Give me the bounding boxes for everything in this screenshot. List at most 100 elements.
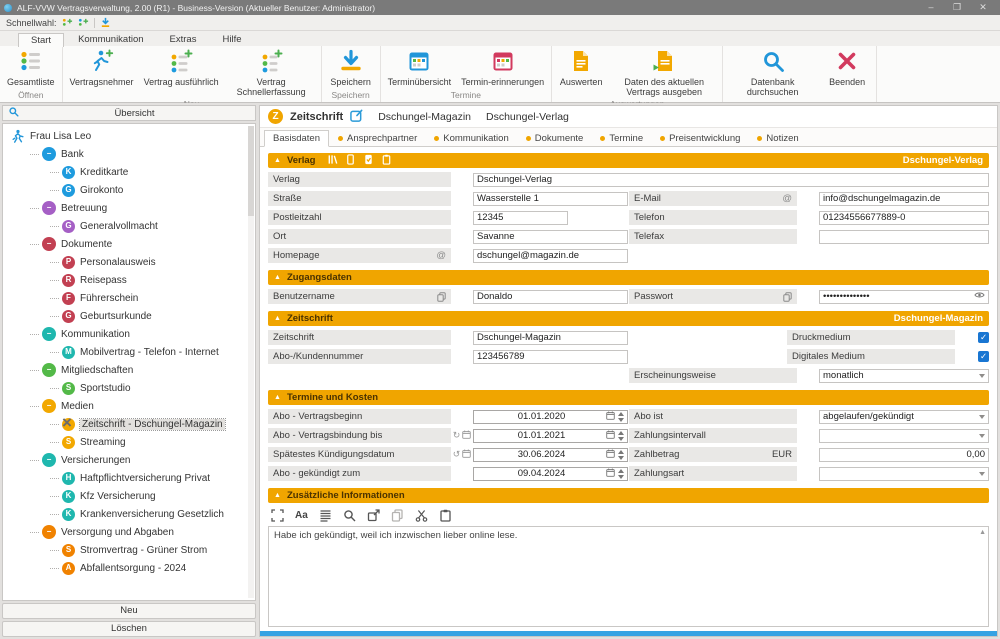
new-button[interactable]: Neu [2, 603, 256, 619]
speichern-button[interactable]: Speichern [324, 48, 378, 88]
tree-item[interactable]: −Versicherungen [5, 451, 253, 469]
maximize-button[interactable]: ❐ [944, 2, 970, 13]
tab-basisdaten[interactable]: Basisdaten [264, 130, 329, 147]
email-input[interactable]: info@dschungelmagazin.de [819, 192, 989, 206]
calendar-icon[interactable] [462, 430, 471, 442]
collapse-minus-icon[interactable]: − [42, 147, 56, 161]
tree-item[interactable]: SStromvertrag - Grüner Strom [5, 541, 253, 559]
notes-textarea[interactable]: Habe ich gekündigt, weil ich inzwischen … [268, 526, 989, 627]
vertrag-schnellerfassung-button[interactable]: Vertrag Schnellerfassung [224, 48, 319, 99]
date-spinner[interactable] [618, 469, 624, 479]
section-header-verlag[interactable]: ▲ Verlag Dschungel-Verlag [268, 153, 989, 168]
passwort-input[interactable]: •••••••••••••• [819, 290, 989, 304]
date-spinner[interactable] [618, 431, 624, 441]
tree-item[interactable]: GGirokonto [5, 181, 253, 199]
vertrag-ausfuehrlich-button[interactable]: Vertrag ausführlich [139, 48, 224, 88]
undo-icon[interactable]: ↺ [453, 450, 461, 459]
tree-item[interactable]: −Mitgliedschaften [5, 361, 253, 379]
tree-item[interactable]: FFührerschein [5, 289, 253, 307]
section-header-termine[interactable]: ▲ Termine und Kosten [268, 390, 989, 405]
terminuebersicht-button[interactable]: Terminübersicht [383, 48, 457, 88]
tree-item[interactable]: RReisepass [5, 271, 253, 289]
kuendigungsdatum-date-input[interactable]: 30.06.2024 [473, 448, 628, 462]
collapse-minus-icon[interactable]: − [42, 399, 56, 413]
open-external-icon[interactable] [367, 509, 380, 522]
gesamtliste-button[interactable]: Gesamtliste [2, 48, 60, 88]
eye-icon[interactable] [974, 291, 985, 302]
menu-tab-hilfe[interactable]: Hilfe [210, 33, 253, 46]
tree-item[interactable]: KKreditkarte [5, 163, 253, 181]
quick-save-icon[interactable] [100, 17, 111, 28]
close-button[interactable]: ✕ [970, 2, 996, 13]
publisher-name[interactable]: Dschungel-Verlag [486, 111, 569, 123]
digitales-medium-checkbox[interactable]: ✓ [978, 351, 989, 362]
collapse-minus-icon[interactable]: − [42, 525, 56, 539]
fullscreen-icon[interactable] [271, 509, 284, 522]
date-spinner[interactable] [618, 412, 624, 422]
tree-item[interactable]: SSportstudio [5, 379, 253, 397]
tree-item[interactable]: GGeburtsurkunde [5, 307, 253, 325]
books-icon[interactable] [327, 154, 338, 168]
tree-scrollbar[interactable] [248, 126, 254, 598]
section-header-zeitschrift[interactable]: ▲ Zeitschrift Dschungel-Magazin [268, 311, 989, 326]
zahlbetrag-input[interactable]: 0,00 [819, 448, 989, 462]
calendar-icon[interactable] [462, 449, 471, 461]
erscheinungsweise-dropdown[interactable]: monatlich [819, 369, 989, 383]
collapse-minus-icon[interactable]: − [42, 453, 56, 467]
minimize-button[interactable]: – [918, 2, 944, 13]
telefax-input[interactable] [819, 230, 989, 244]
tree-item[interactable]: Frau Lisa Leo [5, 127, 253, 145]
collapse-minus-icon[interactable]: − [42, 237, 56, 251]
collapse-minus-icon[interactable]: − [42, 327, 56, 341]
beenden-button[interactable]: Beenden [820, 48, 874, 88]
tab-notizen[interactable]: Notizen [749, 131, 806, 146]
renew-icon[interactable]: ↻ [453, 431, 461, 440]
abo-ist-dropdown[interactable]: abgelaufen/gekündigt [819, 410, 989, 424]
tab-preisentwicklung[interactable]: Preisentwicklung [652, 131, 748, 146]
cut-icon[interactable] [415, 509, 428, 522]
copy-text-icon[interactable] [391, 509, 404, 522]
daten-ausgeben-button[interactable]: Daten des aktuellen Vertrags ausgeben [608, 48, 720, 99]
terminerinnerungen-button[interactable]: Termin-erinnerungen [456, 48, 549, 88]
copy-icon[interactable] [437, 292, 446, 302]
tab-dokumente[interactable]: Dokumente [518, 131, 592, 146]
menu-tab-kommunikation[interactable]: Kommunikation [66, 33, 155, 46]
tree-item[interactable]: HHaftpflichtversicherung Privat [5, 469, 253, 487]
section-header-zusatzinfo[interactable]: ▲ Zusätzliche Informationen [268, 488, 989, 503]
calendar-icon[interactable] [606, 411, 615, 423]
search-text-icon[interactable] [343, 509, 356, 522]
strasse-input[interactable]: Wasserstelle 1 [473, 192, 628, 206]
tree-item[interactable]: −Dokumente [5, 235, 253, 253]
benutzername-input[interactable]: Donaldo [473, 290, 628, 304]
edit-icon[interactable] [350, 109, 363, 125]
menu-tab-extras[interactable]: Extras [158, 33, 209, 46]
menu-tab-start[interactable]: Start [18, 33, 64, 47]
telefon-input[interactable]: 01234556677889-0 [819, 211, 989, 225]
zahlungsart-dropdown[interactable] [819, 467, 989, 481]
calendar-icon[interactable] [606, 449, 615, 461]
tree-item[interactable]: KKrankenversicherung Gesetzlich [5, 505, 253, 523]
vertragsbindung-date-input[interactable]: 01.01.2021 [473, 429, 628, 443]
tree-item[interactable]: −Medien [5, 397, 253, 415]
magazine-name[interactable]: Dschungel-Magazin [378, 111, 471, 123]
collapse-minus-icon[interactable]: − [42, 363, 56, 377]
search-icon[interactable] [8, 106, 19, 120]
homepage-input[interactable]: dschungel@magazin.de [473, 249, 628, 263]
ort-input[interactable]: Savanne [473, 230, 628, 244]
tree-item[interactable]: −Bank [5, 145, 253, 163]
tab-termine[interactable]: Termine [592, 131, 651, 146]
tree-item[interactable]: GGeneralvollmacht [5, 217, 253, 235]
gekuendigt-zum-date-input[interactable]: 09.04.2024 [473, 467, 628, 481]
tree-item[interactable]: MMobilvertrag - Telefon - Internet [5, 343, 253, 361]
copy-icon[interactable] [783, 292, 792, 302]
datenbank-durchsuchen-button[interactable]: Datenbank durchsuchen [725, 48, 820, 99]
clipboard-icon[interactable] [381, 154, 392, 168]
paste-icon[interactable] [439, 509, 452, 522]
tree-item[interactable]: SStreaming [5, 433, 253, 451]
tree-item[interactable]: ×Zeitschrift - Dschungel-Magazin [5, 415, 253, 433]
font-icon[interactable]: Aa [295, 510, 308, 521]
plz-input[interactable]: 12345 [473, 211, 568, 225]
tab-kommunikation[interactable]: Kommunikation [426, 131, 516, 146]
calendar-icon[interactable] [606, 468, 615, 480]
phone-check-icon[interactable] [363, 154, 374, 168]
